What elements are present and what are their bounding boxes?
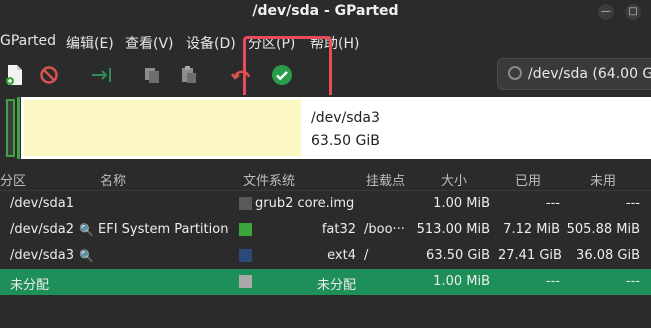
partition-map-name: /dev/sda3 — [311, 110, 380, 126]
cell-used: --- — [545, 196, 560, 211]
col-partition[interactable]: 分区 — [0, 170, 26, 189]
cell-unused: 505.88 MiB — [566, 222, 640, 237]
new-document-icon — [6, 65, 22, 85]
fs-color-swatch — [239, 223, 252, 236]
cell-size: 63.50 GiB — [426, 248, 490, 263]
cell-filesystem: ext4 — [327, 248, 356, 263]
menu-device[interactable]: 设备(D) — [186, 33, 236, 53]
cell-name: EFI System Partition — [98, 222, 229, 237]
cell-unused: --- — [625, 274, 640, 289]
minimize-icon: — — [601, 6, 611, 17]
paste-icon — [182, 66, 196, 83]
cell-filesystem: fat32 — [321, 222, 356, 237]
partition-map-size: 63.50 GiB — [311, 133, 380, 149]
cell-filesystem: grub2 core.img — [255, 196, 355, 211]
copy-icon — [145, 68, 159, 83]
title-bar: /dev/sda - GParted — □ — [0, 0, 651, 24]
key-icon: 🔍 — [79, 223, 94, 237]
col-size[interactable]: 大小 — [441, 170, 467, 189]
cell-partition: 未分配 — [10, 278, 50, 293]
fs-color-swatch — [239, 197, 252, 210]
menu-gparted[interactable]: GParted — [0, 33, 56, 49]
col-filesystem[interactable]: 文件系统 — [243, 170, 295, 189]
fs-color-swatch — [239, 249, 252, 262]
table-row[interactable]: /dev/sda3 🔍 ext4 / 63.50 GiB 27.41 GiB 3… — [0, 243, 651, 269]
resize-move-icon — [92, 68, 111, 82]
device-selector[interactable]: /dev/sda (64.00 GiB) — [497, 58, 651, 90]
cell-filesystem: 未分配 — [316, 278, 356, 293]
col-name[interactable]: 名称 — [100, 170, 126, 189]
table-row-selected[interactable]: 未分配 未分配 1.00 MiB --- --- — [0, 269, 651, 295]
partition-block-efi[interactable] — [17, 97, 20, 159]
cell-partition: /dev/sda3 — [10, 248, 74, 263]
cell-mount: /boo··· — [364, 222, 405, 237]
copy-button[interactable] — [140, 63, 164, 87]
cell-mount: / — [364, 248, 369, 263]
disk-icon — [508, 66, 522, 80]
key-icon: 🔍 — [79, 249, 94, 263]
menu-edit[interactable]: 编辑(E) — [66, 33, 114, 53]
used-space-bar — [24, 100, 301, 156]
table-row[interactable]: /dev/sda2 🔍 EFI System Partition fat32 /… — [0, 217, 651, 243]
table-header: 分区 名称 文件系统 挂载点 大小 已用 未用 — [0, 166, 651, 191]
delete-icon — [40, 66, 58, 84]
cell-size: 513.00 MiB — [416, 222, 490, 237]
table-row[interactable]: /dev/sda1 grub2 core.img 1.00 MiB --- --… — [0, 191, 651, 217]
maximize-button[interactable]: □ — [625, 4, 641, 20]
device-selector-label: /dev/sda (64.00 GiB) — [528, 66, 651, 82]
partition-block-small[interactable] — [6, 99, 15, 157]
cell-used: 27.41 GiB — [498, 248, 562, 263]
minimize-button[interactable]: — — [598, 4, 614, 20]
cell-size: 1.00 MiB — [433, 196, 490, 211]
col-unused[interactable]: 未用 — [590, 170, 616, 189]
menu-view[interactable]: 查看(V) — [125, 33, 174, 53]
partition-block-sda3[interactable]: /dev/sda3 63.50 GiB — [21, 97, 651, 159]
col-mount[interactable]: 挂载点 — [366, 170, 405, 189]
resize-move-button[interactable] — [90, 63, 114, 87]
paste-button[interactable] — [177, 63, 201, 87]
fs-color-swatch — [239, 275, 252, 288]
new-partition-button[interactable] — [3, 63, 27, 87]
delete-partition-button[interactable] — [37, 63, 61, 87]
partition-map: /dev/sda3 63.50 GiB — [0, 95, 651, 161]
cell-used: 7.12 MiB — [503, 222, 560, 237]
maximize-icon: □ — [628, 6, 638, 17]
cell-used: --- — [545, 274, 560, 289]
col-used[interactable]: 已用 — [515, 170, 541, 189]
cell-unused: --- — [625, 196, 640, 211]
cell-partition: /dev/sda1 — [10, 196, 74, 211]
window-title: /dev/sda - GParted — [252, 3, 399, 19]
cell-size: 1.00 MiB — [433, 274, 490, 289]
cell-unused: 36.08 GiB — [576, 248, 640, 263]
cell-partition: /dev/sda2 — [10, 222, 74, 237]
